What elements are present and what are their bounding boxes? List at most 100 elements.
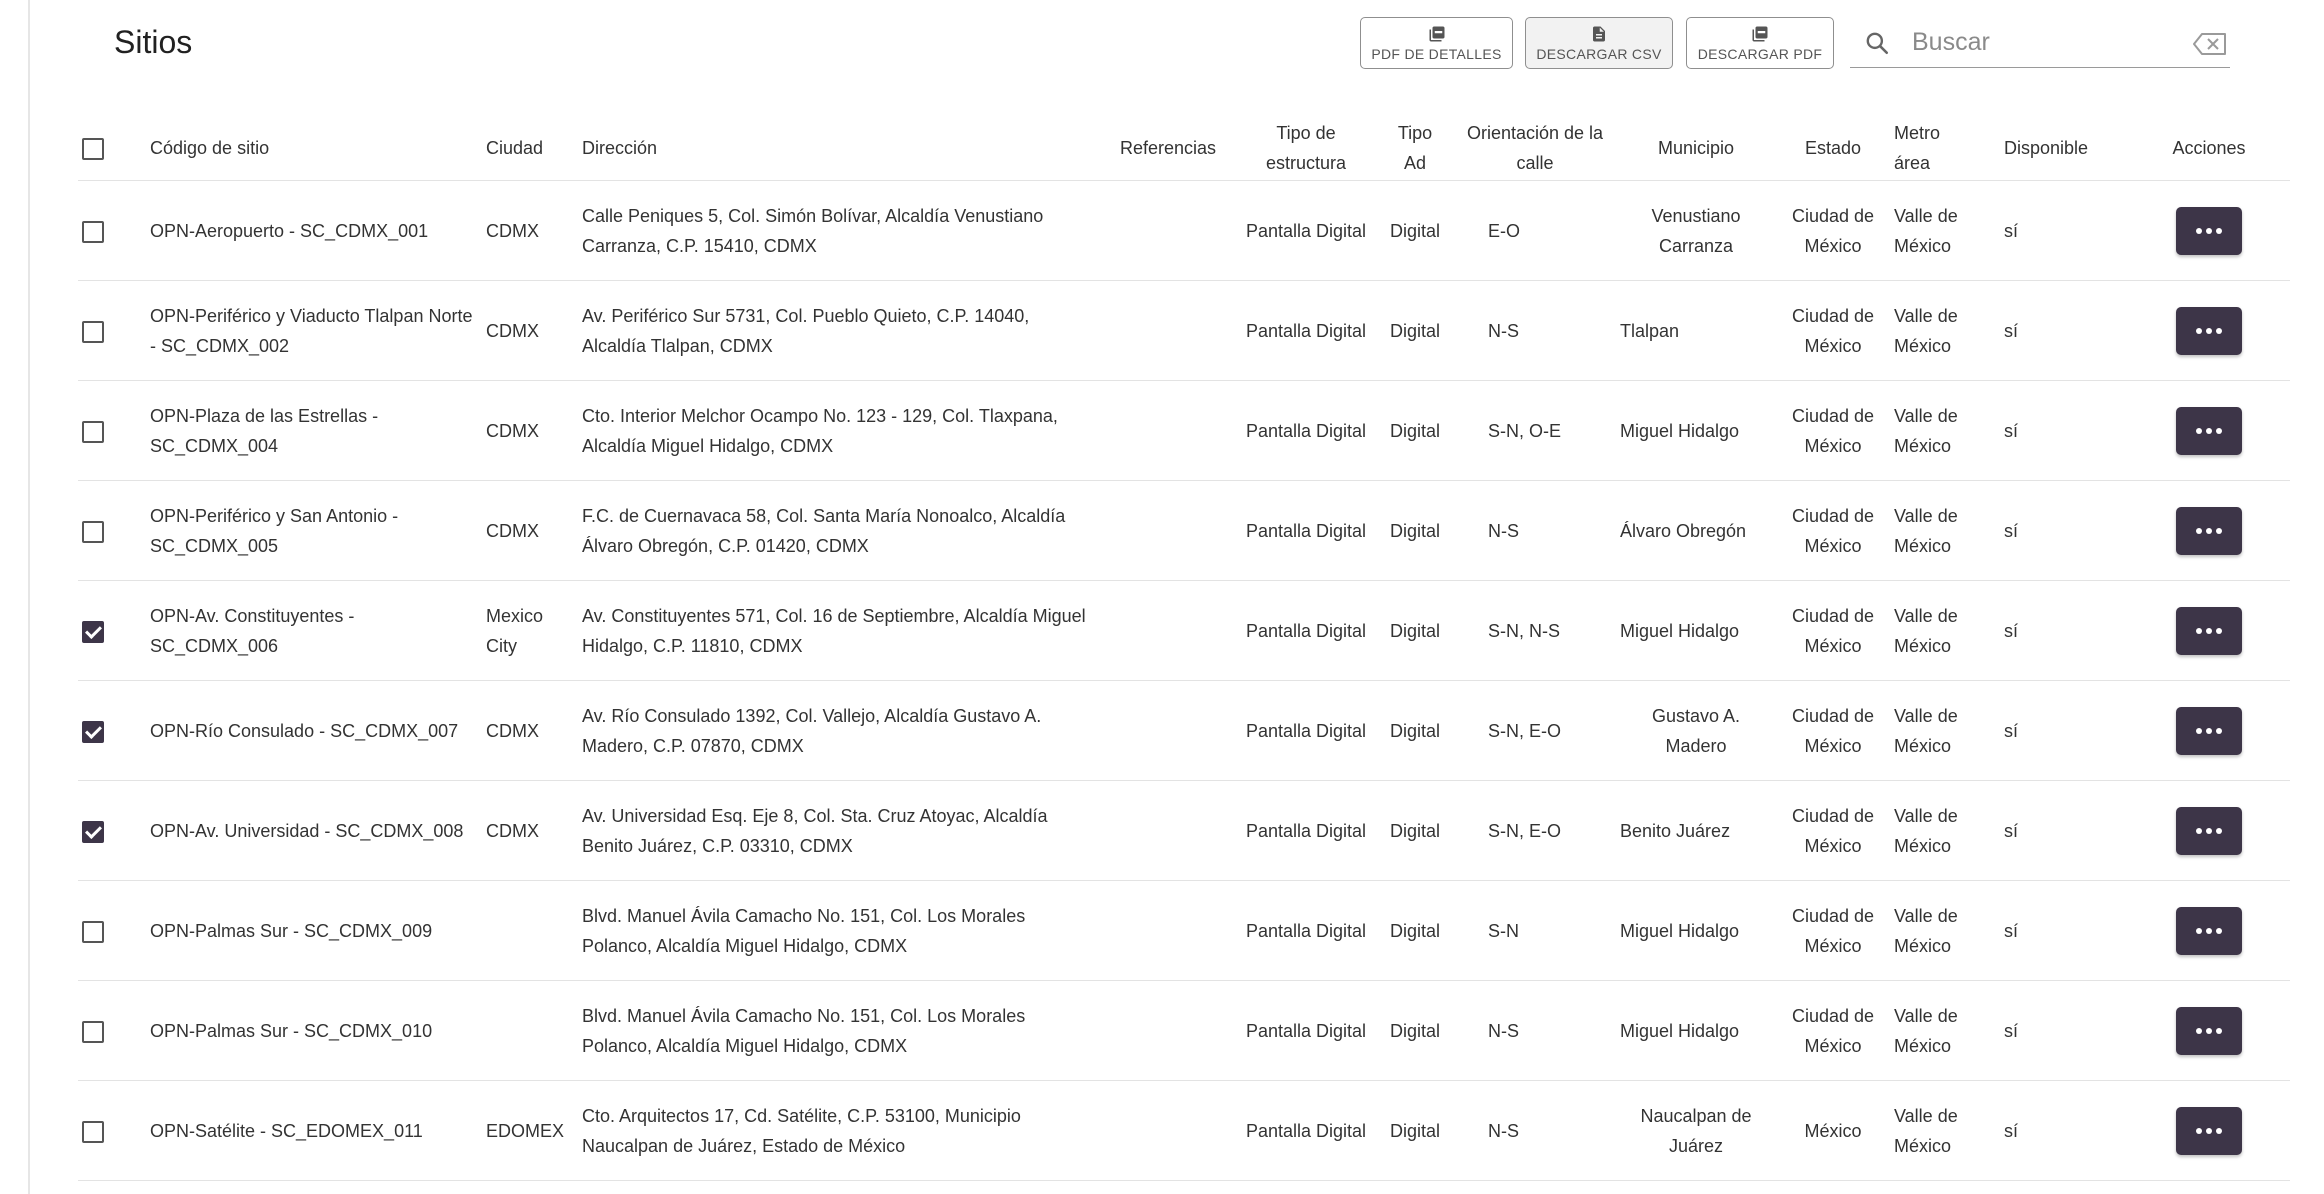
cell-references: [1100, 181, 1236, 281]
cell-available: sí: [2004, 1020, 2019, 1041]
header-actions: Acciones: [2172, 138, 2246, 158]
pdf-details-button[interactable]: PDF de detalles: [1360, 17, 1513, 69]
cell-available: sí: [2004, 720, 2019, 741]
download-pdf-button[interactable]: Descargar PDF: [1686, 17, 1834, 69]
header-select-cell: [78, 116, 146, 181]
cell-municipality: Álvaro Obregón: [1620, 520, 1747, 541]
cell-orientation: S-N, O-E: [1488, 420, 1562, 441]
row-actions-button[interactable]: [2176, 1006, 2242, 1055]
sites-table: Código de sitio Ciudad Dirección Referen…: [78, 116, 2290, 1181]
cell-ad-type: Digital: [1389, 320, 1441, 341]
header-structure-type[interactable]: Tipo de estructura: [1236, 116, 1376, 181]
row-checkbox[interactable]: [82, 420, 104, 443]
cell-state: Ciudad de México: [1791, 405, 1875, 456]
page-title: Sitios: [114, 24, 193, 60]
header-references[interactable]: Referencias: [1100, 116, 1236, 181]
row-actions-button[interactable]: [2176, 606, 2242, 655]
cell-metro-area: Valle de México: [1894, 805, 1958, 856]
cell-ad-type: Digital: [1389, 920, 1441, 941]
row-checkbox[interactable]: [82, 820, 104, 843]
cell-actions: [2128, 981, 2290, 1081]
row-actions-button[interactable]: [2176, 406, 2242, 455]
table-row: OPN-Plaza de las Estrellas - SC_CDMX_004…: [78, 381, 2290, 481]
cell-actions: [2128, 381, 2290, 481]
dot: [2206, 727, 2212, 734]
cell-address: Av. Río Consulado 1392, Col. Vallejo, Al…: [582, 705, 1042, 756]
cell-ad-type: Digital: [1389, 520, 1441, 541]
row-checkbox[interactable]: [82, 620, 104, 643]
header-address[interactable]: Dirección: [578, 116, 1100, 181]
row-checkbox[interactable]: [82, 520, 104, 543]
cell-structure-type: Pantalla Digital: [1245, 620, 1367, 641]
cell-metro-area: Valle de México: [1894, 405, 1958, 456]
more-horizontal-icon: [2196, 827, 2202, 834]
select-all-checkbox[interactable]: [82, 138, 104, 161]
cell-references: [1100, 781, 1236, 881]
cell-structure-type: Pantalla Digital: [1245, 1120, 1367, 1141]
cell-references: [1100, 981, 1236, 1081]
header-municipality[interactable]: Municipio: [1616, 116, 1776, 181]
row-checkbox[interactable]: [82, 1120, 104, 1143]
cell-metro-area: Valle de México: [1894, 905, 1958, 956]
cell-city: CDMX: [486, 420, 539, 441]
search-input[interactable]: [1910, 24, 2154, 60]
dot: [2216, 827, 2222, 834]
cell-municipality: Tlalpan: [1620, 320, 1680, 341]
cell-orientation: N-S: [1488, 1020, 1519, 1041]
dot: [2216, 627, 2222, 634]
cell-city: CDMX: [486, 220, 539, 241]
header-metro-area[interactable]: Metro área: [1890, 116, 2000, 181]
cell-state: Ciudad de México: [1791, 1005, 1875, 1056]
cell-available: sí: [2004, 320, 2019, 341]
row-select-cell: [78, 281, 146, 381]
cell-ad-type: Digital: [1389, 420, 1441, 441]
header-adtype-line2: Ad: [1403, 153, 1427, 173]
header-available[interactable]: Disponible: [2000, 116, 2128, 181]
backspace-icon[interactable]: [2193, 33, 2227, 55]
header-state[interactable]: Estado: [1776, 116, 1890, 181]
cell-metro-area: Valle de México: [1894, 505, 1958, 556]
row-actions-button[interactable]: [2176, 706, 2242, 755]
more-horizontal-icon: [2196, 727, 2202, 734]
row-checkbox[interactable]: [82, 1020, 104, 1043]
row-actions-button[interactable]: [2176, 906, 2242, 955]
more-horizontal-icon: [2196, 527, 2202, 534]
row-select-cell: [78, 581, 146, 681]
row-checkbox[interactable]: [82, 220, 104, 243]
row-checkbox[interactable]: [82, 920, 104, 943]
row-checkbox[interactable]: [82, 320, 104, 343]
header-orientation[interactable]: Orientación de la calle: [1454, 116, 1616, 181]
download-csv-button[interactable]: Descargar CSV: [1525, 17, 1673, 69]
left-rail: [0, 0, 30, 1194]
dot: [2216, 427, 2222, 434]
cell-orientation: S-N, E-O: [1488, 820, 1562, 841]
cell-municipality: Venustiano Carranza: [1651, 205, 1741, 256]
table-row: OPN-Río Consulado - SC_CDMX_007 CDMX Av. R…: [78, 681, 2290, 781]
cell-address: Av. Periférico Sur 5731, Col. Pueblo Qui…: [582, 305, 1030, 356]
cell-code: OPN-Palmas Sur - SC_CDMX_009: [150, 920, 433, 941]
pdf-details-label: PDF de detalles: [1371, 45, 1502, 62]
cell-metro-area: Valle de México: [1894, 205, 1958, 256]
row-checkbox[interactable]: [82, 720, 104, 743]
cell-structure-type: Pantalla Digital: [1245, 920, 1367, 941]
cell-orientation: N-S: [1488, 520, 1519, 541]
row-actions-button[interactable]: [2176, 306, 2242, 355]
cell-orientation: E-O: [1488, 220, 1521, 241]
row-actions-button[interactable]: [2176, 506, 2242, 555]
cell-state: Ciudad de México: [1791, 605, 1875, 656]
cell-address: Cto. Interior Melchor Ocampo No. 123 - 1…: [582, 405, 1058, 456]
header-ad-type[interactable]: Tipo Ad: [1376, 116, 1454, 181]
row-actions-button[interactable]: [2176, 206, 2242, 255]
header-city[interactable]: Ciudad: [482, 116, 578, 181]
header-code[interactable]: Código de sitio: [146, 116, 482, 181]
cell-available: sí: [2004, 620, 2019, 641]
cell-city: EDOMEX: [486, 1120, 565, 1141]
cell-state: Ciudad de México: [1791, 305, 1875, 356]
row-actions-button[interactable]: [2176, 806, 2242, 855]
download-csv-label: Descargar CSV: [1536, 45, 1662, 62]
cell-actions: [2128, 881, 2290, 981]
cell-available: sí: [2004, 220, 2019, 241]
cell-city: CDMX: [486, 520, 539, 541]
cell-address: Blvd. Manuel Ávila Camacho No. 151, Col.…: [582, 1005, 1026, 1056]
row-actions-button[interactable]: [2176, 1106, 2242, 1155]
